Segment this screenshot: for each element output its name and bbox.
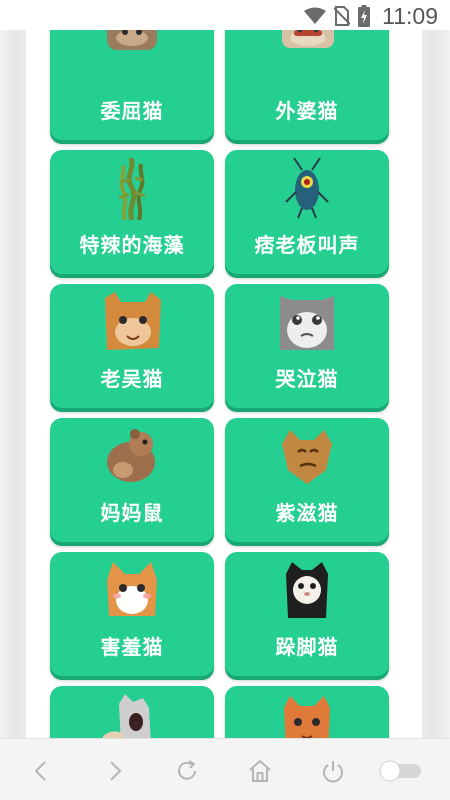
sound-button[interactable]: 特辣的海藻: [50, 150, 214, 274]
bottom-nav-bar: [0, 738, 450, 800]
sound-label: 妈妈鼠: [100, 501, 164, 525]
left-frame: [0, 30, 26, 738]
zizi-cat-image: [282, 430, 332, 484]
sound-label: 跺脚猫: [275, 635, 339, 659]
sound-label: 害羞猫: [100, 635, 164, 659]
sound-grid: 委屈猫 外婆猫 特辣的海藻 痞老板叫声 老吴猫 哭泣猫 妈妈鼠 紫滋猫 害羞猫 …: [50, 30, 395, 738]
sound-button[interactable]: 老吴猫: [50, 284, 214, 408]
stomping-cat-image: [286, 562, 328, 618]
orange-cat-image: [284, 696, 330, 738]
sound-label: 紫滋猫: [275, 501, 339, 525]
back-icon[interactable]: [28, 757, 56, 785]
sound-button[interactable]: 害羞猫: [50, 552, 214, 676]
status-bar: 11:09: [0, 0, 450, 30]
sad-cat-image: [107, 30, 157, 50]
status-icons: 11:09: [304, 2, 438, 30]
sound-button[interactable]: [50, 686, 214, 738]
right-frame: [422, 30, 450, 738]
sound-button[interactable]: 妈妈鼠: [50, 418, 214, 542]
refresh-icon[interactable]: [173, 757, 201, 785]
status-time: 11:09: [382, 2, 438, 29]
wifi-icon: [304, 7, 327, 24]
sound-button[interactable]: 紫滋猫: [225, 418, 389, 542]
sound-button[interactable]: 委屈猫: [50, 30, 214, 140]
mama-mouse-image: [107, 429, 155, 482]
seaweed-image: [118, 158, 146, 220]
screaming-cat-image: [103, 694, 151, 738]
shy-cat-image: [107, 562, 157, 616]
app-screen: 11:09 委屈猫 外婆猫 特辣的海藻 痞老板叫声 老吴猫 哭泣猫 妈妈鼠 紫滋…: [0, 0, 450, 800]
battery-charging-icon: [358, 5, 371, 27]
no-sim-icon: [334, 6, 351, 26]
sound-button[interactable]: 外婆猫: [225, 30, 389, 140]
plankton-image: [285, 158, 329, 219]
sound-label: 特辣的海藻: [79, 233, 185, 257]
sound-label: 委屈猫: [100, 99, 164, 123]
forward-icon[interactable]: [100, 757, 128, 785]
sound-label: 痞老板叫声: [254, 233, 360, 257]
toggle-switch[interactable]: [378, 759, 424, 783]
sound-board-list[interactable]: 委屈猫 外婆猫 特辣的海藻 痞老板叫声 老吴猫 哭泣猫 妈妈鼠 紫滋猫 害羞猫 …: [26, 30, 422, 738]
power-icon[interactable]: [319, 757, 347, 785]
sound-button[interactable]: [225, 686, 389, 738]
sound-label: 外婆猫: [275, 99, 339, 123]
sound-button[interactable]: 跺脚猫: [225, 552, 389, 676]
sound-button[interactable]: 哭泣猫: [225, 284, 389, 408]
sound-label: 老吴猫: [100, 367, 164, 391]
home-icon[interactable]: [246, 757, 274, 785]
crying-cat-image: [280, 296, 334, 350]
old-wu-cat-image: [105, 292, 161, 350]
sound-label: 哭泣猫: [275, 367, 339, 391]
sound-button[interactable]: 痞老板叫声: [225, 150, 389, 274]
grandma-cat-image: [282, 30, 334, 48]
